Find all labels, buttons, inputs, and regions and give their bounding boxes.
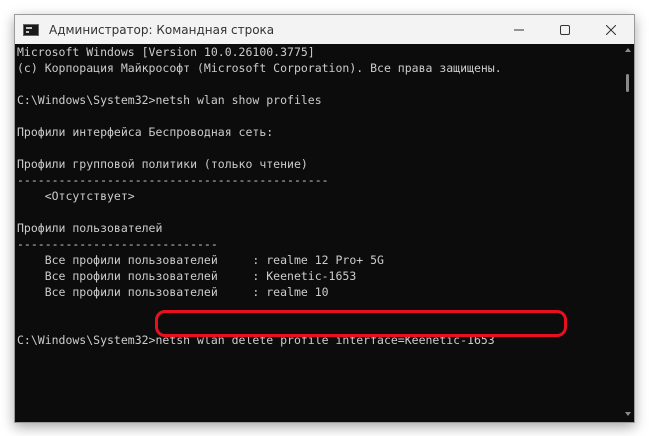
maximize-button[interactable] — [542, 15, 588, 44]
console-output[interactable]: Microsoft Windows [Version 10.0.26100.37… — [15, 44, 621, 422]
close-icon — [606, 24, 616, 35]
console-line: Профили групповой политики (только чтени… — [17, 157, 308, 171]
console-line: <Отсутствует> — [17, 189, 135, 203]
console-line: Все профили пользователей : realme 10 — [17, 285, 329, 299]
window-controls — [496, 15, 634, 44]
close-button[interactable] — [588, 15, 634, 44]
command-line-current: C:\Windows\System32>netsh wlan delete pr… — [17, 333, 495, 347]
maximize-icon — [560, 24, 570, 35]
console-line: C:\Windows\System32>netsh wlan show prof… — [17, 93, 322, 107]
window-title: Администратор: Командная строка — [49, 22, 275, 37]
vertical-scrollbar[interactable] — [621, 44, 634, 422]
console-line: Все профили пользователей : realme 12 Pr… — [17, 253, 384, 267]
cmd-app-icon — [23, 23, 39, 36]
console-line: Профили пользователей — [17, 221, 163, 235]
scroll-up-arrow-icon[interactable] — [625, 48, 631, 52]
console-line: ----------------------------- — [17, 237, 218, 251]
console-line: ----------------------------------------… — [17, 173, 329, 187]
console-line: Все профили пользователей : Keenetic-165… — [17, 269, 357, 283]
scroll-down-arrow-icon[interactable] — [625, 412, 631, 416]
console-line: Профили интерфейса Беспроводная сеть: — [17, 125, 274, 139]
minimize-icon — [514, 29, 524, 30]
scrollbar-thumb[interactable] — [626, 74, 629, 92]
title-bar[interactable]: Администратор: Командная строка — [15, 15, 634, 44]
minimize-button[interactable] — [496, 15, 542, 44]
cmd-window: Администратор: Командная строка Microsof… — [14, 14, 635, 423]
console-line: (c) Корпорация Майкрософт (Microsoft Cor… — [17, 61, 502, 75]
console-line: Microsoft Windows [Version 10.0.26100.37… — [17, 45, 315, 59]
